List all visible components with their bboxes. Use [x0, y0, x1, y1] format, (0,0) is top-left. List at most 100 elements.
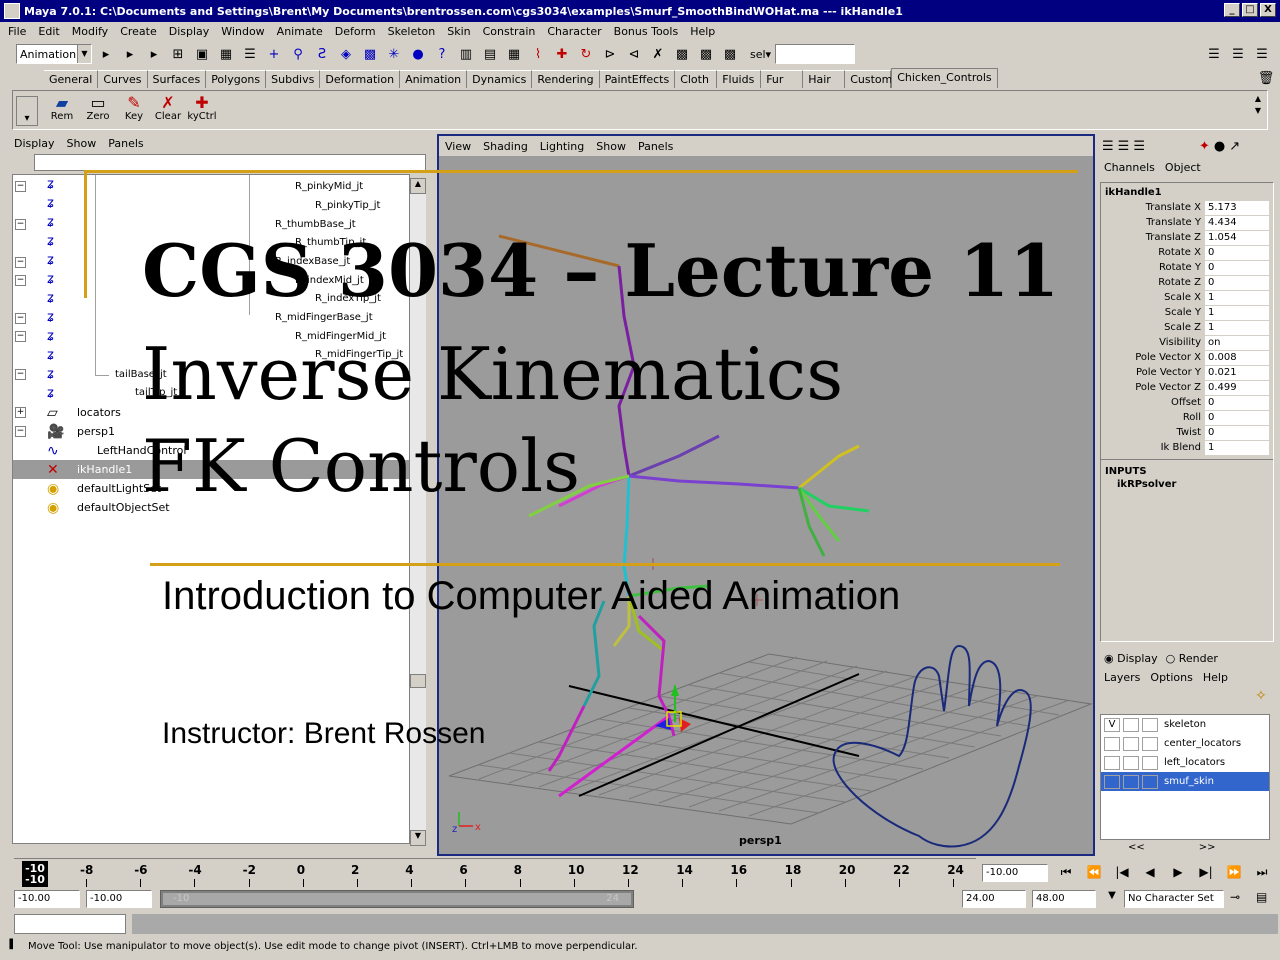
current-time-field[interactable]: -10.00: [982, 864, 1048, 882]
channel-attr-value[interactable]: 0.021: [1205, 365, 1269, 380]
key-icon[interactable]: ⊸: [1230, 890, 1240, 904]
select-joints-icon[interactable]: ⚲: [288, 44, 308, 64]
mask-menu-icon[interactable]: ☰: [240, 44, 260, 64]
expand-toggle[interactable]: +: [15, 407, 26, 418]
collapse-toggle[interactable]: −: [15, 257, 26, 268]
menu-deform[interactable]: Deform: [335, 25, 376, 38]
quick-select-input[interactable]: [775, 44, 856, 64]
select-handles-icon[interactable]: +: [264, 44, 284, 64]
object-menu[interactable]: Object: [1165, 161, 1201, 174]
tab-general[interactable]: General: [44, 70, 99, 88]
channel-attr-value[interactable]: 0.008: [1205, 350, 1269, 365]
channel-attr-value[interactable]: 0: [1205, 410, 1269, 425]
window-titlebar[interactable]: Maya 7.0.1: C:\Documents and Settings\Br…: [0, 0, 1280, 22]
tab-hair[interactable]: Hair: [803, 70, 846, 88]
channel-attr-value[interactable]: 0: [1205, 245, 1269, 260]
tab-deformation[interactable]: Deformation: [320, 70, 401, 88]
snap-curve-icon[interactable]: ⌇: [528, 44, 548, 64]
select-misc-icon[interactable]: ?: [432, 44, 452, 64]
shelf-clear-button[interactable]: ✗ Clear: [151, 93, 185, 127]
channel-attr-value[interactable]: 0: [1205, 425, 1269, 440]
output-connections-icon[interactable]: ⊲: [624, 44, 644, 64]
layers-menu[interactable]: Layers: [1104, 671, 1140, 684]
next-layers-button[interactable]: >>: [1199, 842, 1216, 853]
channel-box-mode-icon[interactable]: ☰: [1102, 139, 1114, 154]
layer-row-skeleton[interactable]: V skeleton: [1101, 715, 1269, 734]
input-node-name[interactable]: ikRPsolver: [1101, 479, 1273, 490]
select-curves-icon[interactable]: Ƨ: [312, 44, 332, 64]
layer-color-swatch[interactable]: [1142, 717, 1158, 732]
trash-icon[interactable]: 🗑: [1256, 68, 1276, 88]
channel-row[interactable]: Twist 0: [1101, 425, 1273, 440]
collapse-toggle[interactable]: −: [15, 275, 26, 286]
collapse-toggle[interactable]: −: [15, 331, 26, 342]
channel-box-icon[interactable]: ☰: [1252, 44, 1272, 64]
tab-curves[interactable]: Curves: [98, 70, 148, 88]
collapse-toggle[interactable]: −: [15, 369, 26, 380]
animation-end-field[interactable]: 48.00: [1032, 890, 1096, 908]
menu-skin[interactable]: Skin: [447, 25, 470, 38]
highlight-selection-icon[interactable]: ▤: [480, 44, 500, 64]
layer-visibility-toggle[interactable]: V: [1104, 717, 1120, 732]
shelf-kyctrl-button[interactable]: ✚ kyCtrl: [185, 93, 219, 127]
channel-row[interactable]: Rotate Z 0: [1101, 275, 1273, 290]
channel-attr-value[interactable]: on: [1205, 335, 1269, 350]
tab-rendering[interactable]: Rendering: [532, 70, 600, 88]
layer-row-left-locators[interactable]: left_locators: [1101, 753, 1269, 772]
channel-attr-value[interactable]: 0: [1205, 395, 1269, 410]
select-surfaces-icon[interactable]: ◈: [336, 44, 356, 64]
menu-constrain[interactable]: Constrain: [483, 25, 536, 38]
go-to-start-icon[interactable]: ⏮: [1054, 862, 1078, 882]
arrow-icon[interactable]: ↗: [1229, 139, 1240, 154]
tab-polygons[interactable]: Polygons: [206, 70, 267, 88]
outliner-menu-panels[interactable]: Panels: [108, 137, 143, 150]
layer-type-toggle[interactable]: [1123, 736, 1139, 751]
collapse-toggle[interactable]: −: [15, 181, 26, 192]
prev-layers-button[interactable]: <<: [1128, 842, 1145, 853]
layer-visibility-toggle[interactable]: [1104, 755, 1120, 770]
range-slider[interactable]: -10 24: [160, 890, 634, 908]
shelf-zero-button[interactable]: ▭ Zero: [81, 93, 115, 127]
channels-menu[interactable]: Channels: [1104, 161, 1155, 174]
time-slider[interactable]: -10 -10 -8 -6 -4 -2 0 2 4 6 8 10 12 14 16 18 20 22 24: [14, 858, 976, 888]
channel-row[interactable]: Offset 0: [1101, 395, 1273, 410]
channel-attr-value[interactable]: 1: [1205, 320, 1269, 335]
animation-start-field[interactable]: -10.00: [14, 890, 80, 908]
sphere-icon[interactable]: ●: [1214, 139, 1225, 154]
scroll-up-icon[interactable]: ▲: [410, 178, 426, 194]
channel-row[interactable]: Pole Vector X 0.008: [1101, 350, 1273, 365]
channel-attr-value[interactable]: 0.499: [1205, 380, 1269, 395]
channel-row[interactable]: Translate Y 4.434: [1101, 215, 1273, 230]
menu-window[interactable]: Window: [221, 25, 264, 38]
tree-joint[interactable]: R_pinkyTip_jt: [315, 200, 381, 211]
layer-color-swatch[interactable]: [1142, 774, 1158, 789]
channel-row[interactable]: Pole Vector Z 0.499: [1101, 380, 1273, 395]
save-scene-icon[interactable]: ▸: [144, 44, 164, 64]
viewport-menu-view[interactable]: View: [445, 140, 471, 153]
render-globals-icon[interactable]: ▩: [720, 44, 740, 64]
input-connections-icon[interactable]: ⊳: [600, 44, 620, 64]
channel-row[interactable]: Ik Blend 1: [1101, 440, 1273, 455]
command-line-input[interactable]: [14, 914, 126, 934]
menu-skeleton[interactable]: Skeleton: [388, 25, 436, 38]
select-rendering-icon[interactable]: ●: [408, 44, 428, 64]
play-backward-icon[interactable]: ◀: [1138, 862, 1162, 882]
layer-visibility-toggle[interactable]: [1104, 736, 1120, 751]
channel-attr-value[interactable]: 0: [1205, 260, 1269, 275]
step-forward-key-icon[interactable]: ⏩: [1222, 862, 1246, 882]
minimize-button[interactable]: _: [1224, 3, 1240, 17]
outliner-menu-display[interactable]: Display: [14, 137, 55, 150]
channel-attr-value[interactable]: 5.173: [1205, 200, 1269, 215]
close-button[interactable]: X: [1260, 3, 1276, 17]
menu-file[interactable]: File: [8, 25, 26, 38]
layer-editor-mode-icon[interactable]: ☰: [1133, 139, 1145, 154]
chevron-down-icon[interactable]: ▼: [1102, 890, 1122, 908]
play-forward-icon[interactable]: ▶: [1166, 862, 1190, 882]
channel-row[interactable]: Scale Y 1: [1101, 305, 1273, 320]
render-view-icon[interactable]: ▩: [672, 44, 692, 64]
tab-surfaces[interactable]: Surfaces: [147, 70, 207, 88]
tab-fur[interactable]: Fur: [761, 70, 804, 88]
outliner-menu-show[interactable]: Show: [67, 137, 97, 150]
tab-fluids[interactable]: Fluids: [717, 70, 762, 88]
channel-attr-value[interactable]: 1.054: [1205, 230, 1269, 245]
